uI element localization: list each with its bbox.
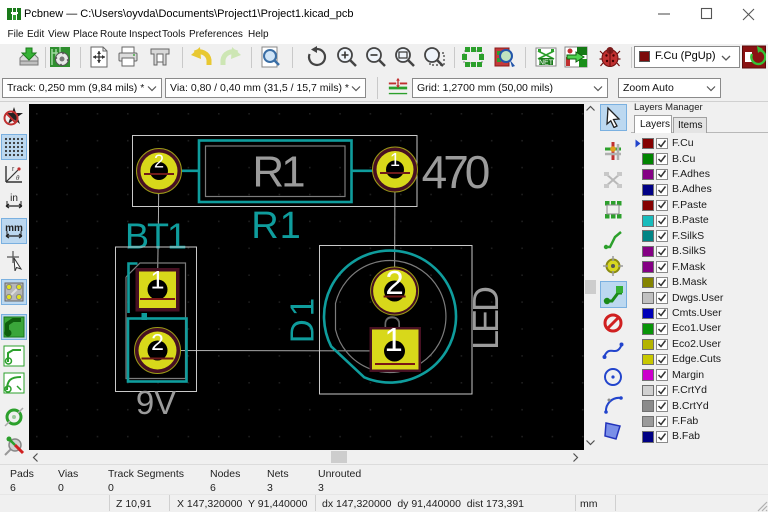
svg-text:2: 2 (151, 329, 164, 355)
svg-text:1: 1 (384, 321, 402, 358)
svg-text:1: 1 (151, 266, 165, 294)
svg-text:R1: R1 (251, 205, 302, 247)
svg-text:R1: R1 (252, 147, 304, 196)
svg-text:in: in (10, 193, 18, 204)
svg-text:9V: 9V (136, 384, 176, 421)
svg-text:2: 2 (154, 151, 164, 171)
svg-text:NET: NET (539, 60, 554, 67)
svg-text:2: 2 (385, 264, 403, 301)
svg-text:470: 470 (422, 146, 489, 198)
svg-text:LED: LED (465, 287, 506, 350)
svg-text:θ: θ (16, 174, 20, 182)
svg-text:BT1: BT1 (125, 216, 186, 257)
svg-text:D1: D1 (284, 295, 321, 343)
svg-text:1: 1 (390, 150, 400, 170)
svg-text:r: r (12, 166, 15, 173)
svg-text:mm: mm (5, 223, 23, 234)
